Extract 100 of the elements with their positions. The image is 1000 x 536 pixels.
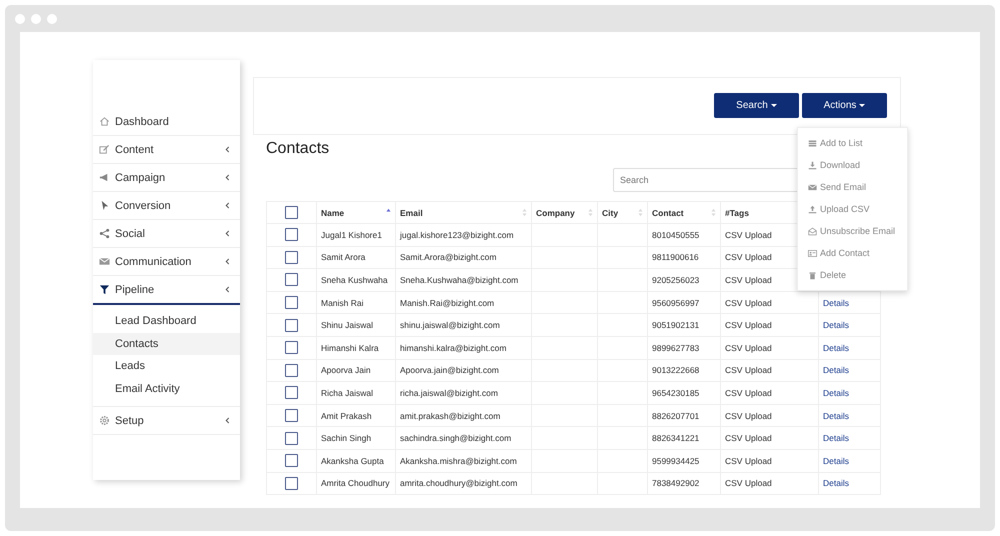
details-link[interactable]: Details xyxy=(823,478,849,488)
column-header[interactable]: Name xyxy=(316,202,396,224)
table-cell: sachindra.singh@bizight.com xyxy=(396,426,532,450)
sidebar-item[interactable]: Conversion xyxy=(93,192,240,220)
window-dot xyxy=(31,14,41,24)
table-cell: Jugal1 Kishore1 xyxy=(316,224,396,246)
sidebar-item[interactable]: Dashboard xyxy=(93,108,240,136)
table-cell: Sachin Singh xyxy=(316,426,396,450)
table-cell: Manish.Rai@bizight.com xyxy=(396,291,532,314)
table-cell: 9205256023 xyxy=(648,268,720,292)
dropdown-button[interactable]: Actions xyxy=(802,93,887,118)
sidebar-item[interactable]: Setup xyxy=(93,407,240,435)
edit-icon xyxy=(99,144,110,155)
menu-item[interactable]: Add to List xyxy=(798,132,907,154)
row-checkbox[interactable] xyxy=(285,228,298,242)
table-cell: Akanksha Gupta xyxy=(316,449,396,472)
menu-item[interactable]: Send Email xyxy=(798,176,907,198)
row-checkbox[interactable] xyxy=(285,364,298,377)
table-cell: Manish Rai xyxy=(316,291,396,314)
details-link[interactable]: Details xyxy=(823,298,849,308)
envelope-icon xyxy=(808,182,817,192)
megaphone-icon xyxy=(99,172,110,183)
table-cell: CSV Upload xyxy=(720,336,818,360)
row-checkbox[interactable] xyxy=(285,386,298,400)
submenu-item[interactable]: Leads xyxy=(93,355,240,378)
sidebar-item[interactable]: Communication xyxy=(93,248,240,276)
select-all-checkbox[interactable] xyxy=(285,206,298,219)
table-cell: 7838492902 xyxy=(648,472,720,495)
table-cell: Sneha.Kushwaha@bizight.com xyxy=(396,268,532,292)
sidebar-item[interactable]: Social xyxy=(93,220,240,248)
table-cell: Himanshi Kalra xyxy=(316,336,396,360)
dropdown-button[interactable]: Search xyxy=(714,93,799,118)
list-icon xyxy=(808,138,817,148)
row-checkbox[interactable] xyxy=(285,409,298,422)
upload-icon xyxy=(808,204,817,214)
table-cell: Richa Jaiswal xyxy=(316,382,396,404)
filter-icon xyxy=(99,284,110,295)
submenu-item[interactable]: Contacts xyxy=(93,332,240,355)
table-cell: 9811900616 xyxy=(648,246,720,269)
table-cell: 9899627783 xyxy=(648,336,720,360)
row-checkbox[interactable] xyxy=(285,432,298,445)
table-cell: CSV Upload xyxy=(720,472,818,495)
details-link[interactable]: Details xyxy=(823,320,849,330)
download-icon xyxy=(808,160,817,170)
row-checkbox[interactable] xyxy=(285,341,298,354)
column-header[interactable]: Company xyxy=(532,202,598,224)
table-cell: himanshi.kalra@bizight.com xyxy=(396,336,532,360)
details-link[interactable]: Details xyxy=(823,342,849,353)
share-icon xyxy=(99,228,110,239)
row-checkbox[interactable] xyxy=(285,476,298,490)
table-cell: shinu.jaiswal@bizight.com xyxy=(396,314,532,336)
table-cell: amrita.choudhury@bizight.com xyxy=(396,472,532,495)
pointer-icon xyxy=(99,200,110,211)
row-checkbox[interactable] xyxy=(285,273,298,286)
table-cell: 8010450555 xyxy=(648,224,720,246)
trash-icon xyxy=(808,270,817,280)
table-cell: Samit Arora xyxy=(316,246,396,269)
column-header[interactable]: Contact xyxy=(648,202,720,224)
table-cell: Apoorva Jain xyxy=(316,359,396,382)
table-cell: CSV Upload xyxy=(720,382,818,404)
caret-icon xyxy=(859,104,866,107)
window-dot xyxy=(47,14,57,24)
table-cell: 8826207701 xyxy=(648,404,720,427)
row-checkbox[interactable] xyxy=(285,454,298,468)
table-cell: CSV Upload xyxy=(720,359,818,382)
table-cell: Amrita Choudhury xyxy=(316,472,396,495)
table-cell: CSV Upload xyxy=(720,404,818,427)
row-checkbox[interactable] xyxy=(285,318,298,332)
table-cell: amit.prakash@bizight.com xyxy=(396,404,532,427)
table-cell: 9654230185 xyxy=(648,382,720,404)
menu-item[interactable]: Download xyxy=(798,154,907,176)
details-link[interactable]: Details xyxy=(823,433,849,444)
contact-card-icon xyxy=(808,248,817,258)
column-header[interactable]: City xyxy=(598,202,648,224)
table-cell: CSV Upload xyxy=(720,314,818,336)
row-checkbox[interactable] xyxy=(285,250,298,264)
home-icon xyxy=(99,116,110,127)
details-link[interactable]: Details xyxy=(823,456,849,466)
table-cell: 9599934425 xyxy=(648,449,720,472)
table-cell: Amit Prakash xyxy=(316,404,396,427)
table-cell: Apoorva.jain@bizight.com xyxy=(396,359,532,382)
table-cell: 9051902131 xyxy=(648,314,720,336)
page-title: Contacts xyxy=(266,140,330,159)
sidebar-item[interactable]: Campaign xyxy=(93,164,240,192)
column-header[interactable]: Email xyxy=(396,202,532,224)
details-link[interactable]: Details xyxy=(823,365,849,376)
submenu-item[interactable]: Lead Dashboard xyxy=(93,310,240,332)
submenu-item[interactable]: Email Activity xyxy=(93,378,240,400)
table-cell: CSV Upload xyxy=(720,449,818,472)
window-dot xyxy=(15,14,25,24)
envelope-icon xyxy=(808,226,817,236)
sidebar-item[interactable]: Pipeline xyxy=(93,276,240,305)
table-cell: Sneha Kushwaha xyxy=(316,268,396,292)
table-cell: Akanksha.mishra@bizight.com xyxy=(396,449,532,472)
row-checkbox[interactable] xyxy=(285,296,298,310)
details-link[interactable]: Details xyxy=(823,388,849,398)
details-link[interactable]: Details xyxy=(823,410,849,421)
table-cell: 8826341221 xyxy=(648,426,720,450)
table-cell: 9560956997 xyxy=(648,291,720,314)
sidebar-item[interactable]: Content xyxy=(93,136,240,164)
